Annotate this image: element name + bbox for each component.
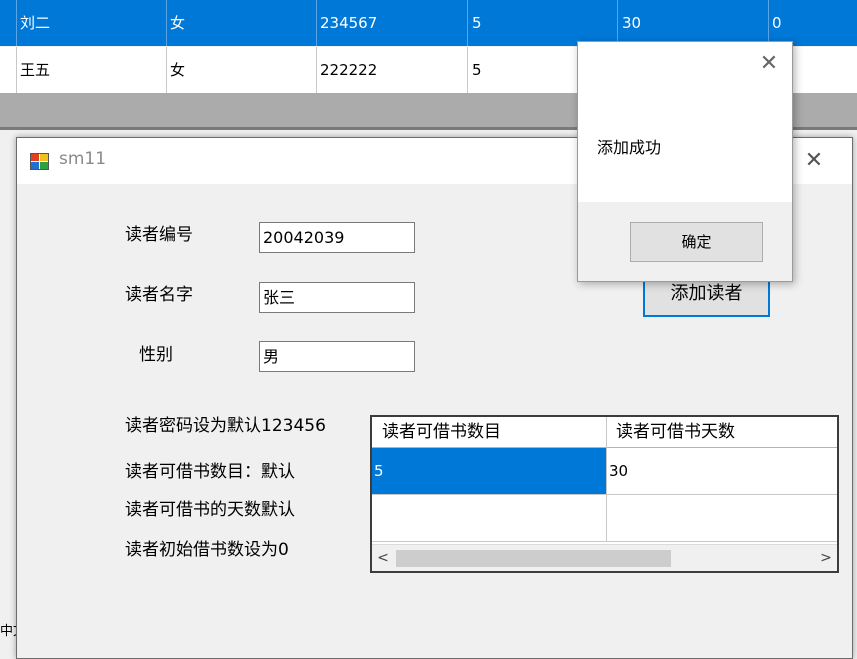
row-divider: [372, 494, 837, 495]
reader-id-field[interactable]: 20042039: [259, 222, 415, 253]
message-dialog: ✕ 添加成功 确定: [577, 41, 793, 282]
cell-days[interactable]: [607, 495, 837, 541]
cell-gender[interactable]: 女: [170, 47, 185, 93]
close-icon[interactable]: ✕: [801, 150, 827, 174]
reader-id-label: 读者编号: [125, 225, 193, 245]
cell-days[interactable]: 30: [622, 0, 641, 46]
cell-books[interactable]: 5: [472, 47, 482, 93]
cell-book-count[interactable]: 5: [372, 448, 606, 494]
cell-borrowed[interactable]: 0: [772, 0, 782, 46]
gender-field[interactable]: 男: [259, 341, 415, 372]
table-row[interactable]: 5 30: [372, 448, 837, 494]
column-header-book-count[interactable]: 读者可借书数目: [372, 417, 606, 447]
table-row[interactable]: [372, 495, 837, 541]
app-icon: [30, 152, 50, 172]
scroll-left-icon[interactable]: <: [374, 548, 392, 568]
cell-days[interactable]: 30: [607, 448, 837, 494]
horizontal-scrollbar[interactable]: < >: [372, 544, 837, 571]
column-header-days[interactable]: 读者可借书天数: [606, 417, 837, 447]
settings-grid[interactable]: 读者可借书数目 读者可借书天数 5 30 < >: [370, 415, 839, 573]
reader-name-label: 读者名字: [125, 285, 193, 305]
dialog-footer: 确定: [578, 202, 792, 281]
note-default-password: 读者密码设为默认123456: [125, 416, 326, 436]
row-divider: [372, 541, 837, 542]
message-text: 添加成功: [597, 138, 662, 157]
cell-books[interactable]: 5: [472, 0, 482, 46]
cell-name[interactable]: 刘二: [20, 0, 50, 46]
note-default-book-count: 读者可借书数目：默认: [125, 462, 295, 482]
column-divider: [606, 417, 607, 541]
cell-book-count[interactable]: [372, 495, 606, 541]
close-icon[interactable]: ✕: [756, 52, 782, 78]
reader-name-field[interactable]: 张三: [259, 282, 415, 313]
ok-button[interactable]: 确定: [630, 222, 763, 262]
cell-gender[interactable]: 女: [170, 0, 185, 46]
window-title: sm11: [59, 149, 107, 169]
cell-name[interactable]: 王五: [20, 47, 50, 93]
cell-phone[interactable]: 234567: [320, 0, 377, 46]
cell-phone[interactable]: 222222: [320, 47, 377, 93]
scrollbar-thumb[interactable]: [396, 550, 671, 567]
note-initial-borrowed: 读者初始借书数设为0: [125, 540, 289, 560]
gender-label: 性别: [139, 345, 173, 365]
note-default-days: 读者可借书的天数默认: [125, 500, 295, 520]
table-row[interactable]: 刘二 女 234567 5 30 0: [0, 0, 857, 46]
scroll-right-icon[interactable]: >: [817, 548, 835, 568]
grid-header: 读者可借书数目 读者可借书天数: [372, 417, 837, 448]
